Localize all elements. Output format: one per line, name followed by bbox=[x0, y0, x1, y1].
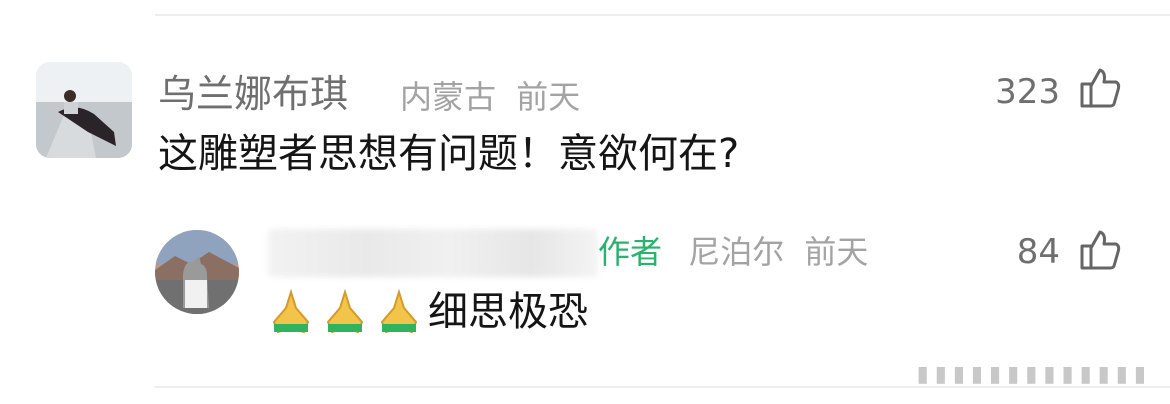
reply-meta: 作者 尼泊尔 前天 bbox=[598, 230, 868, 274]
folded-hands-icon bbox=[376, 288, 422, 334]
author-tag: 作者 bbox=[598, 233, 663, 271]
reply-location: 尼泊尔 bbox=[688, 233, 785, 271]
thumbs-up-icon[interactable] bbox=[1078, 66, 1122, 110]
reply-like-count: 84 bbox=[1016, 232, 1060, 272]
comment-location: 内蒙古 bbox=[400, 78, 497, 116]
comment-like-count: 323 bbox=[995, 72, 1060, 112]
reply-time: 前天 bbox=[804, 233, 869, 271]
folded-hands-icon bbox=[322, 288, 368, 334]
thumbs-up-icon[interactable] bbox=[1078, 228, 1122, 272]
watermark: ▮▮▮▮▮▮▮▮▮▮▮▮▮ bbox=[916, 362, 1152, 387]
reply-text: 细思极恐 bbox=[428, 289, 588, 335]
top-divider bbox=[155, 14, 1170, 16]
reply-author-avatar[interactable] bbox=[155, 230, 239, 314]
folded-hands-icon bbox=[268, 288, 314, 334]
comment-time: 前天 bbox=[516, 78, 581, 116]
reply-username-blurred[interactable] bbox=[268, 229, 598, 277]
comment-text: 这雕塑者思想有问题！意欲何在? bbox=[158, 131, 740, 177]
commenter-avatar[interactable] bbox=[36, 62, 132, 158]
comment-meta: 内蒙古 前天 bbox=[400, 75, 580, 119]
commenter-username[interactable]: 乌兰娜布琪 bbox=[158, 72, 348, 116]
